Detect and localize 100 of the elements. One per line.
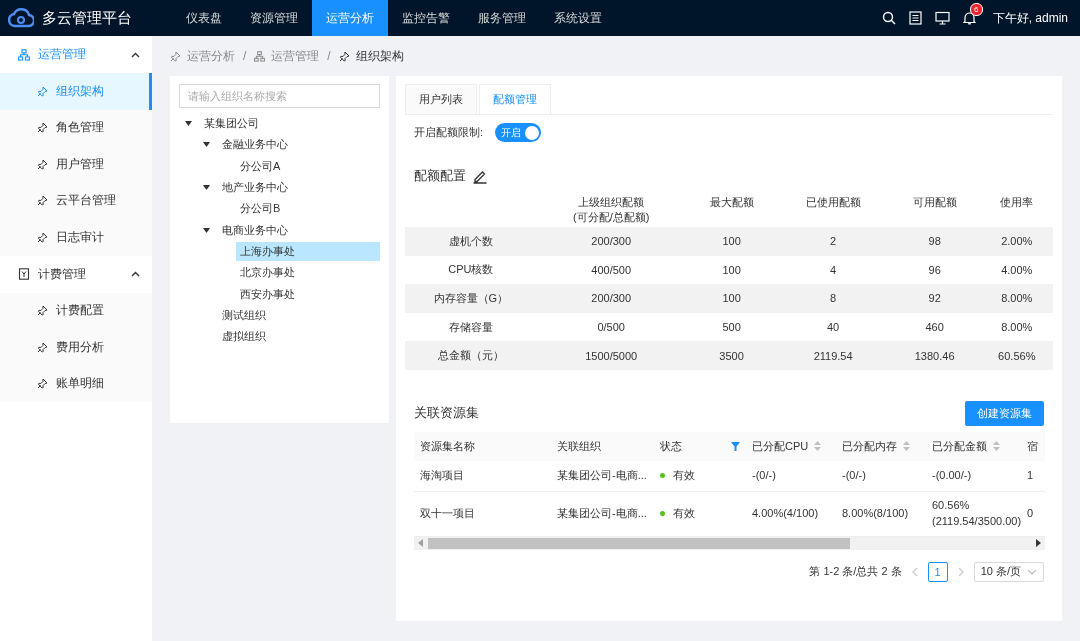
column-header: 已分配CPU: [752, 438, 809, 454]
search-icon[interactable]: [881, 11, 896, 25]
tree-node[interactable]: 西安办事处: [236, 284, 380, 304]
column-header: 关联组织: [557, 438, 601, 454]
table-cell: 100: [685, 227, 778, 256]
tab[interactable]: 用户列表: [405, 84, 477, 114]
sidebar-item[interactable]: 计费配置: [0, 292, 152, 329]
tree-node[interactable]: 地产业务中心: [218, 178, 380, 198]
table-cell: 内存容量（G）: [405, 284, 537, 313]
nav-tab[interactable]: 监控告警: [388, 0, 464, 36]
table-cell: 海淘项目: [420, 469, 464, 481]
page-size-select[interactable]: 10 条/页: [973, 561, 1044, 582]
pin-icon: [37, 305, 48, 317]
pin-icon: [37, 195, 48, 207]
tree-node[interactable]: 分公司B: [236, 199, 380, 219]
user-greeting[interactable]: 下午好, admin: [992, 9, 1068, 27]
table-cell: 4: [777, 255, 889, 285]
table-cell: 100: [685, 284, 778, 313]
tree-node[interactable]: 电商业务中心: [218, 220, 380, 240]
nav-tab[interactable]: 资源管理: [236, 0, 312, 36]
table-cell: -(0.00/-): [932, 469, 972, 481]
table-cell: 500: [685, 312, 778, 342]
edit-icon[interactable]: [472, 168, 488, 184]
sidebar-item[interactable]: 云平台管理: [0, 182, 152, 219]
table-cell: 40: [777, 312, 889, 342]
caret-down-icon[interactable]: [203, 142, 210, 148]
tree-node[interactable]: 某集团公司: [200, 114, 380, 134]
sidebar-item[interactable]: 账单明细: [0, 365, 152, 402]
table-cell: 100: [685, 255, 778, 285]
breadcrumb-link[interactable]: 组织架构: [338, 47, 404, 65]
table-cell: 0/500: [536, 312, 686, 342]
pin-icon: [37, 85, 48, 97]
column-header: 状态: [660, 438, 682, 454]
table-cell: 双十一项目: [420, 507, 475, 519]
table-cell: 200/300: [536, 227, 686, 256]
table-cell: 1: [1027, 469, 1034, 481]
pin-icon: [37, 158, 48, 170]
section-title: 配额配置: [414, 167, 466, 185]
tree-node[interactable]: 分公司A: [236, 156, 380, 176]
table-cell: 2: [777, 227, 889, 256]
table-cell: 98: [888, 227, 981, 256]
column-header: 已分配金额: [932, 438, 987, 454]
tree-node[interactable]: 北京办事处: [236, 263, 380, 283]
hierarchy-icon: [18, 48, 30, 61]
table-cell: 某集团公司-电商...: [557, 469, 647, 481]
table-cell: 60.56%: [980, 341, 1053, 370]
caret-down-icon[interactable]: [185, 121, 192, 127]
bill-icon: [18, 268, 30, 280]
column-header: 宿: [1027, 438, 1038, 454]
sidebar-item[interactable]: 费用分析: [0, 329, 152, 366]
table-cell: 4.00%: [980, 255, 1053, 285]
pin-icon: [37, 231, 48, 243]
pin-icon: [37, 122, 48, 134]
scroll-right-icon[interactable]: [1035, 539, 1041, 548]
tree-node[interactable]: 虚拟组织: [218, 327, 380, 347]
sidebar-item[interactable]: 用户管理: [0, 146, 152, 183]
tree-node[interactable]: 金融业务中心: [218, 135, 380, 155]
sidebar-group[interactable]: 计费管理: [0, 255, 152, 293]
table-cell: 8.00%(8/100): [842, 507, 909, 519]
monitor-icon[interactable]: [934, 11, 950, 25]
table-cell: 2119.54: [777, 341, 889, 370]
column-header: 已使用配额: [805, 196, 861, 208]
table-cell: 60.56% (2119.54/3500.00): [932, 499, 1022, 527]
table-cell: 8: [777, 284, 889, 313]
sidebar-item[interactable]: 角色管理: [0, 109, 152, 146]
column-header: 上级组织配额 (可分配/总配额): [572, 196, 650, 223]
table-cell: 8.00%: [980, 284, 1053, 313]
table-cell: 存储容量: [405, 312, 537, 342]
cloud-logo-icon: [8, 7, 34, 29]
pagination-summary: 第 1-2 条/总共 2 条: [809, 564, 902, 580]
quota-limit-label: 开启配额限制:: [414, 125, 484, 140]
filter-icon[interactable]: [731, 441, 740, 451]
table-cell: 4.00%(4/100): [752, 507, 819, 519]
caret-down-icon[interactable]: [203, 185, 210, 191]
caret-down-icon[interactable]: [203, 227, 210, 233]
app-title: 多云管理平台: [42, 8, 132, 28]
nav-tab[interactable]: 系统设置: [540, 0, 616, 36]
sidebar-item[interactable]: 日志审计: [0, 219, 152, 256]
table-cell: CPU核数: [405, 255, 537, 285]
document-icon[interactable]: [908, 11, 922, 25]
table-cell: 400/500: [536, 255, 686, 285]
table-cell: 1500/5000: [536, 341, 686, 370]
chevron-down-icon: [1027, 568, 1037, 575]
search-field[interactable]: 请输入组织名称搜索: [179, 84, 380, 108]
pin-icon: [338, 50, 350, 62]
table-cell: 96: [888, 255, 981, 285]
table-cell: 1380.46: [888, 341, 981, 370]
section-title: 关联资源集: [414, 404, 479, 423]
chevron-up-icon: [131, 271, 140, 277]
table-cell: 460: [888, 312, 981, 342]
breadcrumb-separator: /: [327, 49, 331, 63]
tree-node[interactable]: 测试组织: [218, 305, 380, 325]
notification-badge: 6: [969, 3, 983, 16]
table-cell: 3500: [685, 341, 778, 370]
nav-tab[interactable]: 服务管理: [464, 0, 540, 36]
chevron-up-icon: [131, 51, 140, 58]
bell-icon[interactable]: [962, 11, 976, 25]
column-header: 使用率: [1000, 196, 1034, 208]
nav-tab[interactable]: 仪表盘: [172, 0, 236, 36]
tree-node[interactable]: 上海办事处: [236, 241, 380, 261]
